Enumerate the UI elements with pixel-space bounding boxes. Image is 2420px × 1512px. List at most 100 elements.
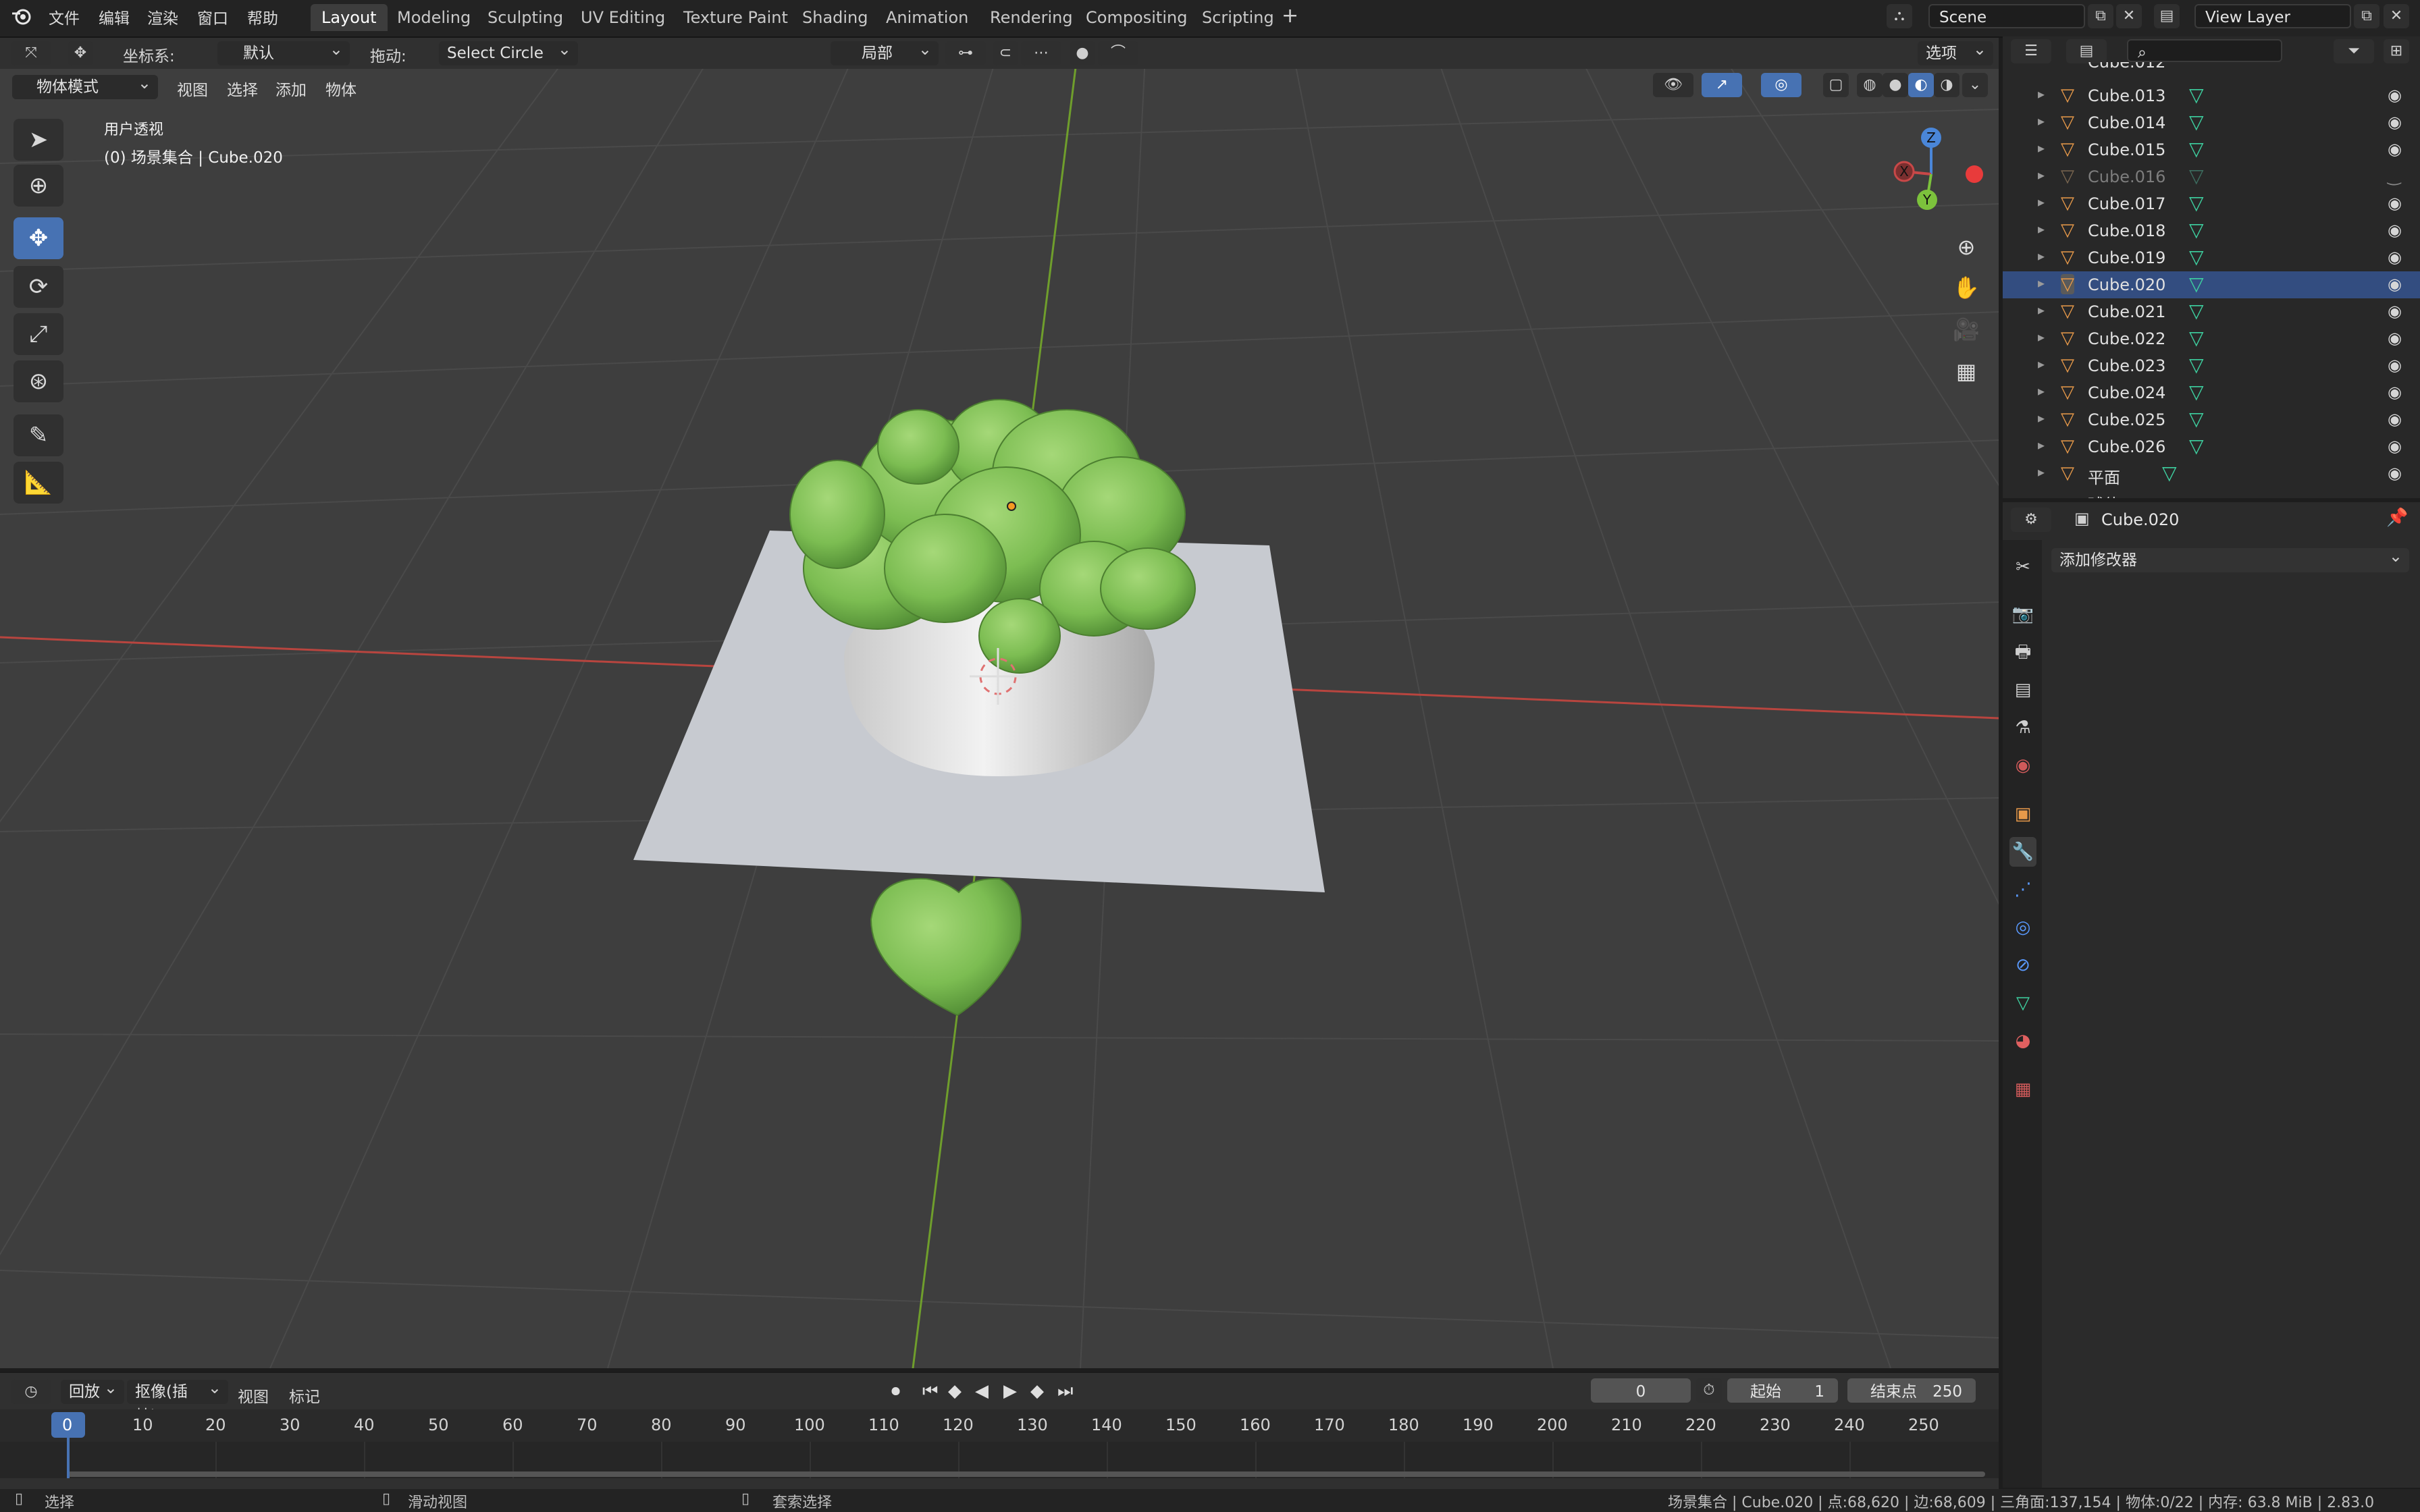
cursor-tool-icon[interactable]: ⊕ <box>14 165 63 207</box>
expand-arrow-icon[interactable]: ▸ <box>2038 383 2045 399</box>
tab-sculpting[interactable]: Sculpting <box>477 4 574 31</box>
expand-arrow-icon[interactable]: ▸ <box>2038 167 2045 183</box>
proportional-edit-icon[interactable]: ● <box>1070 41 1095 65</box>
pan-hand-icon[interactable]: ✋ <box>1946 267 1987 308</box>
expand-arrow-icon[interactable]: ▸ <box>2038 194 2045 210</box>
mesh-data-icon[interactable]: ▽ <box>2189 192 2204 214</box>
outliner-row-partial-bottom[interactable]: 球体 <box>2003 487 2420 498</box>
tab-shading[interactable]: Shading <box>791 4 879 31</box>
outliner-row[interactable]: ▸ ▽ Cube.014 ▽ ◉ <box>2003 109 2420 136</box>
menu-object[interactable]: 物体 <box>325 77 357 100</box>
record-icon[interactable]: ⏺ <box>891 1381 900 1402</box>
outliner-row[interactable]: ▸ ▽ Cube.013 ▽ ◉ <box>2003 82 2420 109</box>
mesh-data-icon[interactable]: ▽ <box>2189 138 2204 160</box>
view-layer-tab-icon[interactable]: ▤ <box>2009 675 2036 705</box>
world-tab-icon[interactable]: ◉ <box>2009 751 2036 780</box>
3d-viewport[interactable] <box>0 69 1999 1368</box>
tab-scripting[interactable]: Scripting <box>1191 4 1285 31</box>
mesh-data-icon[interactable]: ▽ <box>2189 111 2204 133</box>
tab-rendering[interactable]: Rendering <box>979 4 1084 31</box>
tab-uv-editing[interactable]: UV Editing <box>570 4 676 31</box>
expand-arrow-icon[interactable]: ▸ <box>2038 248 2045 264</box>
object-tab-icon[interactable]: ▣ <box>2009 799 2036 829</box>
physics-tab-icon[interactable]: ◎ <box>2009 913 2036 942</box>
eye-icon[interactable]: ◉ <box>2388 464 2402 483</box>
mesh-data-icon[interactable]: ▽ <box>2189 381 2204 403</box>
tab-modeling[interactable]: Modeling <box>386 4 481 31</box>
view-layer-field[interactable]: View Layer <box>2194 4 2351 28</box>
mesh-data-icon[interactable]: ▽ <box>2189 327 2204 349</box>
outliner-row[interactable]: ▸ ▽ Cube.025 ▽ ◉ <box>2003 406 2420 433</box>
expand-arrow-icon[interactable]: ▸ <box>2038 140 2045 156</box>
menu-select[interactable]: 选择 <box>227 77 258 100</box>
gizmo-toggle-icon[interactable]: ↗ <box>1702 73 1742 97</box>
scene-selector-icon[interactable]: ⛬ <box>1887 4 1912 28</box>
timeline-view-menu[interactable]: 视图 <box>238 1384 269 1407</box>
zoom-icon[interactable]: ⊕ <box>1946 227 1987 267</box>
close-scene-icon[interactable]: ✕ <box>2116 4 2142 28</box>
mesh-data-icon[interactable]: ▽ <box>2189 435 2204 457</box>
expand-arrow-icon[interactable]: ▸ <box>2038 302 2045 318</box>
close-view-layer-icon[interactable]: ✕ <box>2384 4 2409 28</box>
output-tab-icon[interactable]: 🖶 <box>2009 637 2036 667</box>
outliner-row-partial-top[interactable]: Cube.012 <box>2003 62 2420 76</box>
play-icon[interactable]: ▶ <box>1003 1381 1017 1401</box>
move-tool-button-icon[interactable]: ✥ <box>14 217 63 259</box>
mesh-data-icon[interactable]: ▽ <box>2189 408 2204 430</box>
playback-dropdown[interactable]: 回放 <box>61 1376 124 1404</box>
particles-tab-icon[interactable]: ⋰ <box>2009 875 2036 905</box>
camera-view-icon[interactable]: 🎥 <box>1946 309 1987 350</box>
timeline-marker-menu[interactable]: 标记 <box>289 1384 320 1407</box>
eye-icon[interactable]: ◉ <box>2388 302 2402 321</box>
options-dropdown[interactable]: 选项 <box>1918 37 1993 65</box>
mesh-data-icon[interactable]: ▽ <box>2189 165 2204 187</box>
new-view-layer-icon[interactable]: ⧉ <box>2354 4 2379 28</box>
expand-arrow-icon[interactable]: ▸ <box>2038 329 2045 345</box>
eye-icon[interactable]: ◉ <box>2388 140 2402 159</box>
expand-arrow-icon[interactable]: ▸ <box>2038 275 2045 291</box>
blender-logo-icon[interactable] <box>11 5 32 27</box>
snap-icon[interactable]: ⊶ <box>945 41 986 65</box>
outliner-row[interactable]: ▸ ▽ Cube.019 ▽ ◉ <box>2003 244 2420 271</box>
xray-icon[interactable]: ▢ <box>1823 73 1849 97</box>
expand-arrow-icon[interactable]: ▸ <box>2038 356 2045 372</box>
outliner-search-input[interactable]: ⌕ <box>2127 39 2282 62</box>
mesh-data-icon[interactable]: ▽ <box>2189 300 2204 322</box>
navigation-gizmo[interactable]: Z X Y <box>1870 122 1985 223</box>
outliner-row[interactable]: ▸ ▽ Cube.024 ▽ ◉ <box>2003 379 2420 406</box>
menu-help[interactable]: 帮助 <box>247 5 278 28</box>
active-tool-icon[interactable]: ⤧ <box>11 41 51 65</box>
mesh-data-icon[interactable]: ▽ <box>2189 273 2204 295</box>
measure-tool-icon[interactable]: 📐 <box>14 462 63 504</box>
eye-icon[interactable]: ◉ <box>2388 410 2402 429</box>
mesh-data-icon[interactable]: ▽ <box>2162 462 2177 484</box>
expand-arrow-icon[interactable]: ▸ <box>2038 464 2045 480</box>
wireframe-shading-icon[interactable]: ◍ <box>1857 73 1883 97</box>
menu-edit[interactable]: 编辑 <box>99 5 130 28</box>
falloff-icon[interactable]: ⌒ <box>1098 41 1138 65</box>
jump-end-icon[interactable]: ⏭ <box>1057 1381 1073 1402</box>
overlay-toggle-icon[interactable]: ◎ <box>1761 73 1801 97</box>
mesh-data-icon[interactable]: ▽ <box>2189 246 2204 268</box>
filter-icon[interactable]: ⏷ <box>2334 39 2374 63</box>
outliner-row[interactable]: ▸ ▽ Cube.026 ▽ ◉ <box>2003 433 2420 460</box>
keying-dropdown[interactable]: 抠像(插帧) <box>127 1376 228 1425</box>
ortho-toggle-icon[interactable]: ▦ <box>1946 351 1987 392</box>
scene-tab-icon[interactable]: ⚗ <box>2009 713 2036 742</box>
select-tool-icon[interactable]: ➤ <box>14 119 63 161</box>
add-modifier-dropdown[interactable]: 添加修改器 <box>2051 544 2409 572</box>
solid-shading-icon[interactable]: ● <box>1883 73 1908 97</box>
outliner-editor-type-icon[interactable]: ☰ <box>2011 39 2051 63</box>
eye-icon[interactable]: ◉ <box>2388 275 2402 294</box>
snap-increment-icon[interactable]: ⋯ <box>1021 41 1061 65</box>
mesh-data-icon[interactable]: ▽ <box>2189 219 2204 241</box>
texture-tab-icon[interactable]: ▦ <box>2009 1075 2036 1104</box>
expand-arrow-icon[interactable]: ▸ <box>2038 86 2045 102</box>
scale-tool-icon[interactable]: ⤢ <box>14 313 63 355</box>
tab-texture-paint[interactable]: Texture Paint <box>673 4 799 31</box>
editor-type-icon[interactable]: ◷ <box>11 1380 51 1404</box>
current-frame-field[interactable]: 0 <box>1591 1378 1691 1403</box>
expand-arrow-icon[interactable]: ▸ <box>2038 113 2045 129</box>
menu-file[interactable]: 文件 <box>49 5 80 28</box>
play-reverse-icon[interactable]: ◀ <box>975 1381 989 1401</box>
